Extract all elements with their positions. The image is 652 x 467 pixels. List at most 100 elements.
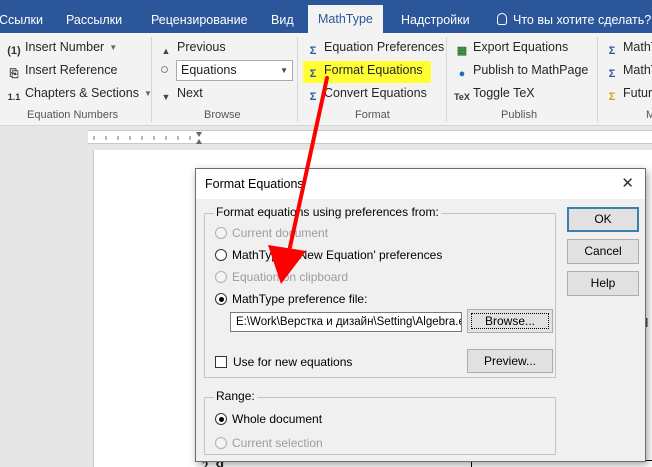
close-icon[interactable]: ✕: [621, 174, 634, 192]
format-equations-label: Format Equations: [324, 63, 423, 77]
mathtype-icon: Σ: [608, 45, 616, 57]
insert-reference-label: Insert Reference: [25, 63, 118, 77]
format-equations-dialog: Format Equations ✕ Format equations usin…: [195, 168, 646, 462]
toggle-tex-label: Toggle TeX: [473, 86, 535, 100]
insert-reference-button[interactable]: ⎘ Insert Reference: [6, 60, 118, 80]
next-button[interactable]: ▼ Next: [158, 83, 203, 103]
radio-current-selection[interactable]: Current selection: [215, 435, 323, 451]
dialog-title-bar: Format Equations ✕: [196, 169, 645, 199]
radio-whole-document[interactable]: Whole document: [215, 411, 322, 427]
radio-new-equation-prefs[interactable]: MathType's 'New Equation' preferences: [215, 247, 442, 263]
mathtype-option-3[interactable]: Σ Future: [604, 83, 652, 103]
tab-mailings[interactable]: Рассылки: [66, 0, 122, 33]
mathtype-icon: Σ: [608, 91, 616, 103]
equation-preferences-icon: Σ: [309, 45, 317, 57]
export-equations-icon: ▦: [456, 45, 468, 57]
radio-icon: [215, 271, 227, 283]
format-equations-icon: Σ: [309, 68, 317, 80]
mathtype-option-1-label: MathT: [623, 40, 652, 54]
new-equation-prefs-label: MathType's 'New Equation' preferences: [232, 248, 443, 262]
convert-equations-button[interactable]: Σ Convert Equations: [305, 83, 427, 103]
insert-reference-icon: ⎘: [9, 68, 19, 80]
radio-icon: [215, 437, 227, 449]
preview-button[interactable]: Preview...: [467, 349, 553, 373]
whole-document-label: Whole document: [232, 412, 323, 426]
format-equations-button[interactable]: Σ Format Equations: [305, 60, 423, 80]
group-label-browse: Browse: [204, 109, 241, 121]
radio-icon: [215, 227, 227, 239]
globe-icon: ●: [458, 68, 466, 80]
mathtype-option-2[interactable]: Σ MathT: [604, 60, 652, 80]
dialog-title: Format Equations: [205, 177, 304, 191]
chapters-sections-icon: 1.1: [7, 92, 21, 102]
group-separator: [597, 37, 598, 122]
mathtype-icon: Σ: [608, 68, 616, 80]
radio-selected-icon: [215, 413, 227, 425]
horizontal-ruler[interactable]: [88, 130, 652, 144]
checkbox-icon: [215, 356, 227, 368]
lightbulb-icon: [497, 13, 507, 25]
next-label: Next: [177, 86, 203, 100]
preference-file-path-field[interactable]: E:\Work\Верстка и дизайн\Setting\Algebra…: [230, 312, 462, 332]
group-label-more: M: [646, 109, 652, 121]
group-separator: [297, 37, 298, 122]
ok-button[interactable]: OK: [567, 207, 639, 232]
radio-current-document[interactable]: Current document: [215, 225, 328, 241]
ribbon-mathtype: (1) Insert Number ▼ ⎘ Insert Reference 1.1 C…: [0, 33, 652, 126]
browse-button[interactable]: Browse...: [467, 309, 553, 333]
radio-icon: [215, 249, 227, 261]
group-label-publish: Publish: [501, 109, 538, 121]
tell-me-text: Что вы хотите сделать?: [513, 13, 652, 27]
convert-equations-icon: Σ: [309, 91, 317, 103]
tell-me-box[interactable]: Что вы хотите сделать?: [497, 0, 651, 33]
mathtype-option-1[interactable]: Σ MathT: [604, 37, 652, 57]
equation-preferences-button[interactable]: Σ Equation Preferences: [305, 37, 445, 57]
use-for-new-equations-checkbox[interactable]: Use for new equations: [215, 354, 352, 370]
tex-icon: TeX: [454, 92, 470, 102]
insert-number-icon: (1): [7, 45, 21, 57]
group-label-equation-numbers: Equation Numbers: [27, 109, 119, 121]
chevron-down-icon: ▼: [109, 43, 118, 52]
ribbon-tab-bar: Ссылки Рассылки Рецензирование Вид MathT…: [0, 0, 652, 33]
radio-selected-icon: [215, 293, 227, 305]
previous-label: Previous: [177, 40, 226, 54]
group-separator: [446, 37, 447, 122]
publish-mathpage-label: Publish to MathPage: [473, 63, 589, 77]
mathtype-option-2-label: MathT: [623, 63, 652, 77]
export-equations-button[interactable]: ▦ Export Equations: [454, 37, 568, 57]
tab-review[interactable]: Рецензирование: [151, 0, 248, 33]
group-label-format: Format: [355, 109, 390, 121]
current-selection-label: Current selection: [232, 436, 323, 450]
range-group-label: Range:: [214, 389, 257, 403]
target-icon: [161, 66, 168, 73]
mathtype-option-3-label: Future: [623, 86, 652, 100]
chevron-down-icon: ▼: [280, 66, 288, 75]
radio-preference-file[interactable]: MathType preference file:: [215, 291, 367, 307]
publish-mathpage-button[interactable]: ● Publish to MathPage: [454, 60, 589, 80]
equation-clipboard-label: Equation on clipboard: [232, 270, 349, 284]
tab-mathtype[interactable]: MathType: [308, 5, 383, 33]
browse-type-value: Equations: [181, 63, 237, 77]
tab-addins[interactable]: Надстройки: [401, 0, 470, 33]
chapters-sections-button[interactable]: 1.1 Chapters & Sections ▼: [6, 83, 152, 103]
browse-type-select[interactable]: Equations ▼: [176, 60, 293, 81]
insert-number-label: Insert Number: [25, 40, 105, 54]
tab-references[interactable]: Ссылки: [0, 0, 43, 33]
use-for-new-equations-label: Use for new equations: [233, 355, 353, 369]
down-arrow-icon: ▼: [161, 92, 171, 102]
up-arrow-icon: ▲: [161, 46, 171, 56]
help-button[interactable]: Help: [567, 271, 639, 296]
source-group-label: Format equations using preferences from:: [214, 205, 441, 219]
convert-equations-label: Convert Equations: [324, 86, 427, 100]
previous-button[interactable]: ▲ Previous: [158, 37, 226, 57]
ruler-ticks: [93, 132, 202, 144]
insert-number-button[interactable]: (1) Insert Number ▼: [6, 37, 117, 57]
current-document-label: Current document: [232, 226, 329, 240]
cancel-button[interactable]: Cancel: [567, 239, 639, 264]
tab-view[interactable]: Вид: [271, 0, 294, 33]
export-equations-label: Export Equations: [473, 40, 569, 54]
radio-equation-clipboard[interactable]: Equation on clipboard: [215, 269, 348, 285]
equation-preferences-label: Equation Preferences: [324, 40, 445, 54]
chapters-sections-label: Chapters & Sections: [25, 86, 139, 100]
toggle-tex-button[interactable]: TeX Toggle TeX: [454, 83, 535, 103]
